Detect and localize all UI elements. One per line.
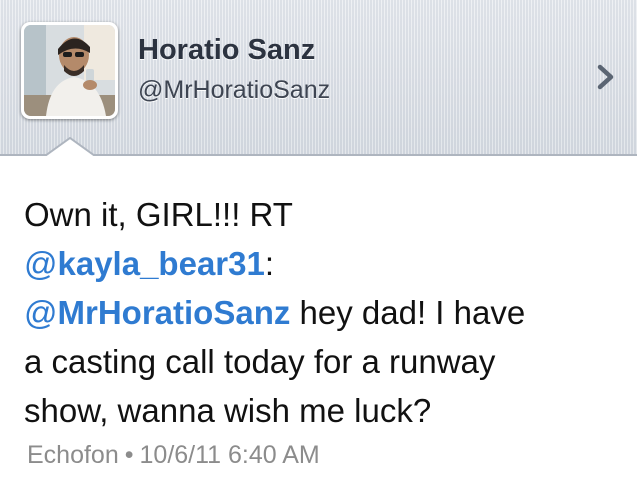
mention-link-mrhoratiosanz[interactable]: @MrHoratioSanz xyxy=(24,294,290,331)
meta-separator: • xyxy=(124,441,134,469)
profile-handle: @MrHoratioSanz xyxy=(138,76,331,104)
mention-username: MrHoratioSanz xyxy=(57,294,291,331)
tweet-line: @kayla_bear31: xyxy=(24,239,624,288)
tweet-line: show, wanna wish me luck? xyxy=(24,386,624,435)
tweet-meta: Echofon • 10/6/11 6:40 AM xyxy=(27,441,320,470)
profile-header[interactable]: Horatio Sanz @MrHoratioSanz xyxy=(0,0,637,156)
avatar-image xyxy=(24,25,115,116)
avatar[interactable] xyxy=(21,22,118,119)
tweet-text-segment: a casting call today for a runway xyxy=(24,343,496,380)
mention-at: @ xyxy=(24,294,58,331)
profile-photo xyxy=(24,25,115,116)
tweet-text-segment: hey dad! I have xyxy=(290,294,526,331)
tweet-line: a casting call today for a runway xyxy=(24,337,624,386)
profile-name: Horatio Sanz xyxy=(138,34,316,66)
tweet-line: @MrHoratioSanz hey dad! I have xyxy=(24,288,624,337)
speech-pointer xyxy=(45,137,95,158)
mention-at: @ xyxy=(24,245,58,282)
tweet-text-segment: : xyxy=(264,245,275,282)
mention-username: kayla_bear31 xyxy=(57,245,265,282)
tweet-line: Own it, GIRL!!! RT xyxy=(24,190,624,239)
tweet-timestamp: 10/6/11 6:40 AM xyxy=(139,441,320,469)
mention-link-kayla-bear31[interactable]: @kayla_bear31 xyxy=(24,245,265,282)
chevron-right-icon[interactable] xyxy=(594,62,618,92)
tweet-text-segment: show, wanna wish me luck? xyxy=(24,392,432,429)
tweet-text-segment: Own it, GIRL!!! RT xyxy=(24,196,293,233)
tweet-source[interactable]: Echofon xyxy=(27,441,119,469)
tweet-text: Own it, GIRL!!! RT @kayla_bear31: @MrHor… xyxy=(24,190,624,435)
